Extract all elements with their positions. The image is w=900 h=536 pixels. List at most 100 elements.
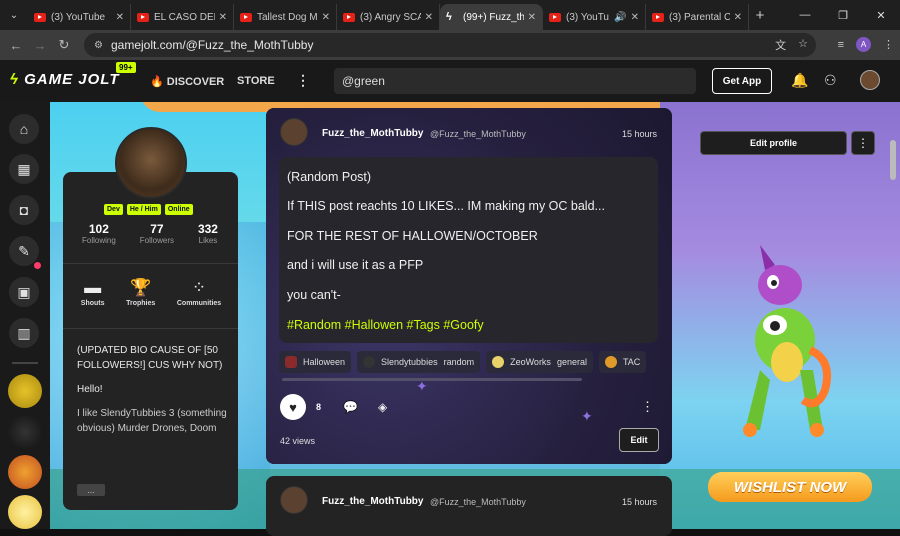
- profile-divider: [63, 328, 238, 329]
- library-icon[interactable]: ▥: [9, 318, 39, 348]
- youtube-icon: [240, 12, 252, 22]
- profile-avatar[interactable]: [115, 127, 187, 199]
- close-tab-icon[interactable]: ✕: [116, 12, 124, 23]
- community-chip[interactable]: Halloween: [279, 351, 352, 373]
- sparkle-icon: ✦: [581, 408, 593, 424]
- edit-post-button[interactable]: Edit: [619, 428, 659, 452]
- halloween-icon: [285, 356, 297, 368]
- site-info-icon[interactable]: ⚙: [94, 40, 103, 51]
- close-tab-icon[interactable]: ✕: [425, 12, 433, 23]
- forward-icon[interactable]: →: [28, 38, 52, 53]
- url-text: gamejolt.com/@Fuzz_the_MothTubby: [110, 38, 314, 52]
- gamejolt-bolt-icon: ϟ: [446, 11, 452, 23]
- browser-tab[interactable]: (3) YouTube ✕: [28, 4, 131, 30]
- post-body: [279, 157, 658, 343]
- communities-icon: ⁘: [191, 278, 207, 297]
- account-avatar[interactable]: A: [856, 37, 871, 52]
- translate-icon[interactable]: 文: [775, 37, 786, 53]
- profile-divider: [63, 263, 238, 264]
- post-timestamp[interactable]: 15 hours: [622, 129, 657, 139]
- store-icon[interactable]: ▦: [9, 154, 39, 184]
- communities-link[interactable]: ⁘ Communities: [177, 278, 221, 307]
- community-avatar[interactable]: [8, 415, 42, 449]
- sticker-icon[interactable]: ◈: [378, 400, 387, 414]
- browser-tab[interactable]: (3) YouTu 🔊 ✕: [543, 4, 646, 30]
- close-tab-icon[interactable]: ✕: [631, 12, 639, 23]
- browser-menu-icon[interactable]: ⋮: [883, 38, 894, 51]
- comment-icon[interactable]: 💬: [343, 400, 358, 414]
- post-author-avatar[interactable]: [280, 486, 308, 514]
- post-more-options-icon[interactable]: ⋮: [641, 399, 654, 415]
- community-chip[interactable]: ZeoWorks general: [486, 351, 593, 373]
- post-author-handle[interactable]: @Fuzz_the_MothTubby: [430, 497, 526, 507]
- site-logo[interactable]: ϟ GAME JOLT: [10, 71, 120, 88]
- like-heart-icon[interactable]: ♥: [280, 394, 306, 420]
- page-scrollbar[interactable]: [890, 140, 896, 180]
- trophies-link[interactable]: 🏆 Trophies: [126, 278, 155, 307]
- likes-stat[interactable]: 332 Likes: [198, 222, 218, 245]
- reload-icon[interactable]: ↻: [52, 37, 76, 53]
- show-more-bio-button[interactable]: ...: [77, 484, 105, 496]
- site-search-input[interactable]: @green: [334, 68, 696, 94]
- left-sidebar: ⌂ ▦ ◘ ✎ ▣ ▥: [0, 102, 50, 529]
- back-icon[interactable]: ←: [4, 38, 28, 53]
- browser-tab[interactable]: (3) Parental C ✕: [646, 4, 749, 30]
- zeoworks-icon: [492, 356, 505, 368]
- close-tab-icon[interactable]: ✕: [528, 12, 536, 23]
- maximize-icon[interactable]: ❐: [824, 9, 862, 22]
- browser-tab[interactable]: (3) Angry SCA ✕: [337, 4, 440, 30]
- youtube-icon: [549, 12, 561, 22]
- bell-icon[interactable]: 🔔: [791, 72, 808, 89]
- youtube-icon: [34, 12, 46, 22]
- community-avatar[interactable]: [8, 495, 42, 529]
- post-author-avatar[interactable]: [280, 118, 308, 146]
- more-nav-icon[interactable]: ⋮: [296, 72, 310, 89]
- dev-tag: Dev: [104, 204, 123, 215]
- close-tab-icon[interactable]: ✕: [322, 12, 330, 23]
- nav-discover[interactable]: 🔥 DISCOVER: [150, 75, 224, 88]
- close-window-icon[interactable]: ✕: [862, 9, 900, 22]
- community-chip[interactable]: Slendytubbies random: [357, 351, 481, 373]
- post-timestamp[interactable]: 15 hours: [622, 497, 657, 507]
- youtube-icon: [137, 12, 149, 22]
- wishlist-now-button[interactable]: WISHLIST NOW: [708, 472, 872, 502]
- media-controls-icon[interactable]: ≡: [838, 39, 844, 51]
- edit-profile-button[interactable]: Edit profile: [700, 131, 847, 155]
- online-tag: Online: [164, 204, 193, 215]
- post-author-name[interactable]: Fuzz_the_MothTubby: [322, 128, 423, 139]
- community-avatar[interactable]: [8, 374, 42, 408]
- notification-badge: 99+: [116, 62, 136, 73]
- get-app-button[interactable]: Get App: [712, 68, 772, 94]
- new-tab-button[interactable]: +: [749, 7, 771, 24]
- followers-stat[interactable]: 77 Followers: [140, 222, 174, 245]
- browser-tab-active[interactable]: ϟ(99+) Fuzz_the✕: [440, 4, 543, 30]
- post-hashtags[interactable]: #Random #Hallowen #Tags #Goofy: [287, 318, 484, 332]
- backpack-icon[interactable]: ◘: [9, 195, 39, 225]
- quest-notification-dot: [34, 262, 41, 269]
- tab-search-chevron-icon[interactable]: ⌄: [0, 0, 28, 30]
- nav-store[interactable]: STORE: [237, 75, 275, 87]
- close-tab-icon[interactable]: ✕: [734, 12, 742, 23]
- minimize-icon[interactable]: —: [786, 9, 824, 21]
- close-tab-icon[interactable]: ✕: [219, 12, 227, 23]
- home-icon[interactable]: ⌂: [9, 114, 39, 144]
- post-actions: ♥ 8 💬 ◈: [280, 394, 387, 420]
- browser-tab[interactable]: EL CASO DEL ✕: [131, 4, 234, 30]
- shouts-link[interactable]: ▬ Shouts: [81, 278, 105, 307]
- chips-scrollbar[interactable]: [282, 378, 582, 381]
- following-stat[interactable]: 102 Following: [82, 222, 116, 245]
- friends-icon[interactable]: ⚇: [824, 72, 837, 89]
- youtube-icon: [343, 12, 355, 22]
- browser-tab[interactable]: Tallest Dog M ✕: [234, 4, 337, 30]
- post-author-handle[interactable]: @Fuzz_the_MothTubby: [430, 129, 526, 139]
- profile-more-options-icon[interactable]: ⋮: [851, 131, 875, 155]
- post-author-name[interactable]: Fuzz_the_MothTubby: [322, 496, 423, 507]
- address-bar[interactable]: ⚙ gamejolt.com/@Fuzz_the_MothTubby 文 ☆: [84, 33, 816, 57]
- user-avatar[interactable]: [860, 70, 880, 90]
- community-chip[interactable]: TAC: [598, 351, 647, 373]
- taco-icon: [604, 356, 617, 368]
- community-avatar[interactable]: [8, 455, 42, 489]
- chat-icon[interactable]: ▣: [9, 277, 39, 307]
- bookmark-star-icon[interactable]: ☆: [798, 37, 808, 53]
- quests-icon[interactable]: ✎: [9, 236, 39, 266]
